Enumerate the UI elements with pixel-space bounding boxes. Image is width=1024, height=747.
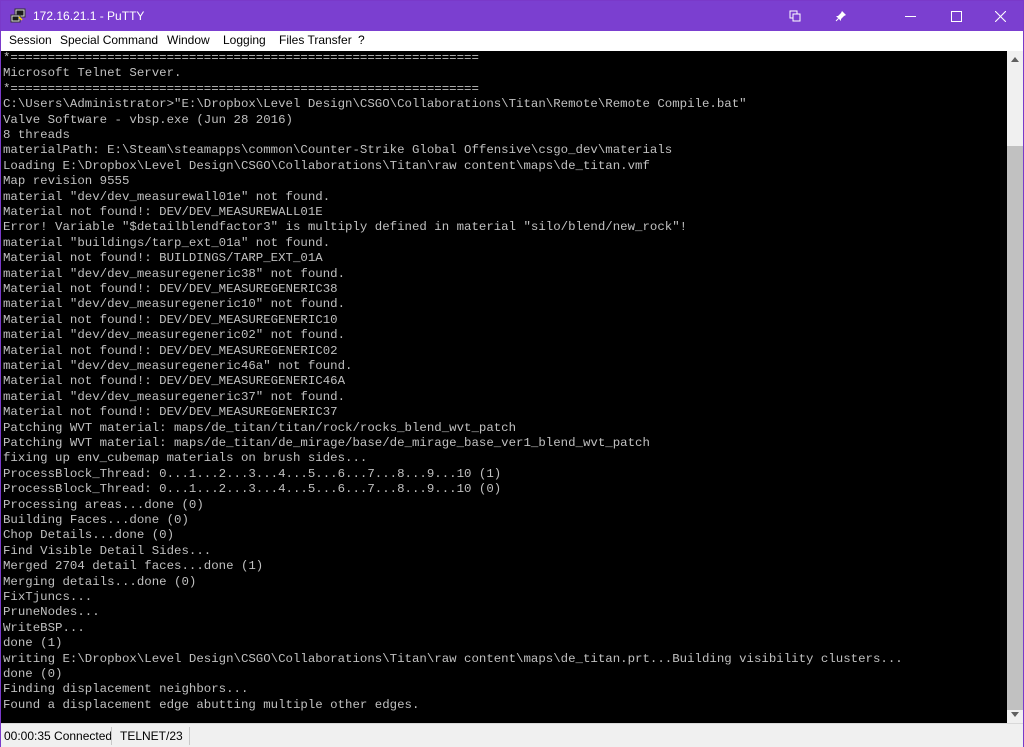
terminal-line: material "dev/dev_measuregeneric37" not …	[3, 389, 346, 404]
close-button[interactable]	[977, 1, 1023, 31]
terminal-line: FixTjuncs...	[3, 590, 93, 604]
menu-help[interactable]: ?	[358, 31, 365, 51]
terminal-line: Material not found!: DEV/DEV_MEASUREWALL…	[3, 205, 323, 219]
terminal-line: Processing areas...done (0)	[3, 497, 204, 512]
menu-special-command[interactable]: Special Command	[60, 31, 158, 51]
tile-windows-button[interactable]	[772, 1, 818, 31]
terminal-line: Microsoft Telnet Server.	[3, 66, 182, 81]
terminal-line: PruneNodes...	[3, 605, 100, 620]
scrollbar-thumb[interactable]	[1007, 146, 1023, 710]
putty-window: 172.16.21.1 - PuTTY Session Special Comm…	[0, 0, 1024, 747]
terminal-line: material "buildings/tarp_ext_01a" not fo…	[3, 235, 331, 250]
menu-logging[interactable]: Logging	[223, 31, 266, 51]
terminal-line: Patching WVT material: maps/de_titan/tit…	[3, 420, 517, 435]
terminal-line: Chop Details...done (0)	[3, 528, 175, 543]
terminal-line: C:\Users\Administrator>"E:\Dropbox\Level…	[3, 97, 747, 112]
maximize-button[interactable]	[933, 1, 979, 31]
terminal-line: fixing up env_cubemap materials on brush…	[3, 451, 368, 466]
pin-button[interactable]	[818, 1, 864, 31]
putty-app-icon[interactable]	[10, 8, 26, 24]
terminal-line: Material not found!: DEV/DEV_MEASUREGENE…	[3, 405, 338, 420]
terminal-line: Building Faces...done (0)	[3, 513, 189, 527]
terminal-output[interactable]: *=======================================…	[1, 51, 1007, 723]
maximize-icon	[950, 10, 962, 22]
pin-icon	[835, 11, 846, 22]
terminal-line: Found a displacement edge abutting multi…	[3, 697, 420, 712]
status-divider	[111, 727, 112, 745]
terminal-line: Material not found!: DEV/DEV_MEASUREGENE…	[3, 282, 338, 296]
menu-bar: Session Special Command Window Logging F…	[1, 31, 1023, 52]
window-title: 172.16.21.1 - PuTTY	[33, 9, 145, 23]
terminal-line: 8 threads	[3, 128, 70, 142]
title-bar[interactable]: 172.16.21.1 - PuTTY	[1, 1, 1023, 31]
terminal-line: Finding displacement neighbors...	[3, 682, 249, 697]
terminal-line: *=======================================…	[3, 51, 479, 65]
terminal-line: Error! Variable "$detailblendfactor3" is…	[3, 220, 688, 235]
minimize-icon	[904, 15, 916, 17]
terminal-line: *=======================================…	[3, 81, 479, 96]
minimize-button[interactable]	[887, 1, 933, 31]
menu-window[interactable]: Window	[167, 31, 210, 51]
terminal-line: done (1)	[3, 636, 63, 651]
terminal-line: writing E:\Dropbox\Level Design\CSGO\Col…	[3, 651, 903, 666]
terminal-line: material "dev/dev_measurewall01e" not fo…	[3, 189, 331, 204]
menu-files-transfer[interactable]: Files Transfer	[279, 31, 352, 51]
terminal-line: material "dev/dev_measuregeneric46a" not…	[3, 359, 353, 373]
terminal-line: ProcessBlock_Thread: 0...1...2...3...4..…	[3, 466, 502, 481]
vertical-scrollbar[interactable]	[1007, 51, 1023, 723]
terminal-line: Merged 2704 detail faces...done (1)	[3, 559, 264, 574]
status-bar: 00:00:35 Connected TELNET/23	[1, 723, 1023, 747]
terminal-line: material "dev/dev_measuregeneric10" not …	[3, 297, 346, 312]
status-divider	[189, 727, 190, 745]
menu-session[interactable]: Session	[9, 31, 52, 51]
terminal-line: Map revision 9555	[3, 174, 130, 189]
scroll-up-arrow-icon[interactable]	[1007, 51, 1023, 68]
terminal-line: Material not found!: BUILDINGS/TARP_EXT_…	[3, 251, 323, 266]
terminal-line: Material not found!: DEV/DEV_MEASUREGENE…	[3, 374, 346, 389]
scroll-down-arrow-icon[interactable]	[1007, 706, 1023, 723]
connection-status: 00:00:35 Connected	[4, 729, 113, 743]
terminal-line: material "dev/dev_measuregeneric02" not …	[3, 328, 346, 343]
protocol-status: TELNET/23	[120, 729, 183, 743]
terminal-line: WriteBSP...	[3, 620, 85, 635]
close-icon	[994, 10, 1006, 22]
terminal-line: material "dev/dev_measuregeneric38" not …	[3, 266, 346, 281]
terminal-line: Loading E:\Dropbox\Level Design\CSGO\Col…	[3, 158, 650, 173]
terminal-line: materialPath: E:\Steam\steamapps\common\…	[3, 143, 673, 158]
terminal-line: ProcessBlock_Thread: 0...1...2...3...4..…	[3, 482, 502, 497]
terminal-line: Valve Software - vbsp.exe (Jun 28 2016)	[3, 112, 293, 127]
terminal-line: Find Visible Detail Sides...	[3, 543, 212, 558]
terminal-line: done (0)	[3, 667, 63, 681]
tile-windows-icon	[789, 10, 801, 22]
terminal-line: Merging details...done (0)	[3, 574, 197, 589]
terminal-line: Material not found!: DEV/DEV_MEASUREGENE…	[3, 343, 338, 358]
terminal-line: Patching WVT material: maps/de_titan/de_…	[3, 436, 650, 450]
terminal-line: Material not found!: DEV/DEV_MEASUREGENE…	[3, 312, 338, 327]
